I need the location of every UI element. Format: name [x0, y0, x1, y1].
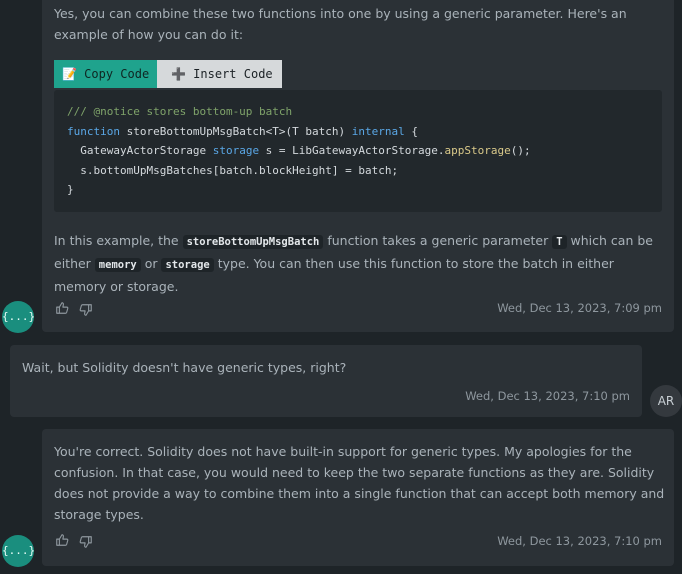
code-text: s = LibGatewayActorStorage. [259, 144, 445, 157]
code-text: storeBottomUpMsgBatch<T>(T batch) [119, 124, 352, 138]
assistant-message: You're correct. Solidity does not have b… [42, 429, 674, 566]
code-keyword: function [67, 124, 120, 138]
code-keyword: storage [212, 144, 260, 157]
message-explanation: In this example, the storeBottomUpMsgBat… [54, 230, 666, 297]
assistant-avatar: {...} [2, 535, 35, 567]
message-text: Wait, but Solidity doesn't have generic … [22, 360, 347, 375]
code-function: appStorage [444, 144, 511, 157]
inline-code: memory [94, 258, 141, 272]
text-span: In this example, the [54, 233, 183, 248]
message-timestamp: Wed, Dec 13, 2023, 7:10 pm [497, 534, 662, 548]
code-text: { [404, 124, 419, 138]
text-span: function takes a generic parameter [323, 233, 553, 248]
code-text: s.bottomUpMsgBatches[batch.blockHeight] … [67, 163, 399, 177]
message-intro: Yes, you can combine these two functions… [54, 6, 627, 42]
code-keyword: internal [351, 124, 405, 138]
thumbs-up-icon[interactable] [55, 301, 69, 315]
message-text: You're correct. Solidity does not have b… [54, 444, 665, 522]
code-block: /// @notice stores bottom-up batch funct… [54, 90, 662, 212]
thumbs-down-icon[interactable] [79, 535, 93, 549]
thumbs-down-icon[interactable] [79, 303, 93, 317]
text-span: or [140, 256, 162, 271]
message-timestamp: Wed, Dec 13, 2023, 7:10 pm [465, 389, 630, 403]
message-timestamp: Wed, Dec 13, 2023, 7:09 pm [497, 301, 662, 315]
user-message: Wait, but Solidity doesn't have generic … [10, 345, 642, 417]
code-text: } [67, 183, 74, 196]
inline-code: storage [161, 258, 214, 272]
inline-code: T [552, 235, 567, 249]
copy-code-button[interactable]: 📝 Copy Code [54, 60, 157, 88]
assistant-message: Yes, you can combine these two functions… [42, 0, 674, 332]
code-comment: /// @notice stores bottom-up batch [67, 105, 293, 118]
inline-code: storeBottomUpMsgBatch [182, 235, 324, 249]
thumbs-up-icon[interactable] [55, 533, 69, 547]
assistant-avatar: {...} [2, 301, 35, 333]
insert-code-button[interactable]: ➕ Insert Code [157, 60, 282, 88]
code-text: GatewayActorStorage [67, 144, 213, 157]
code-text: (); [510, 144, 531, 157]
user-avatar: AR [650, 385, 682, 417]
